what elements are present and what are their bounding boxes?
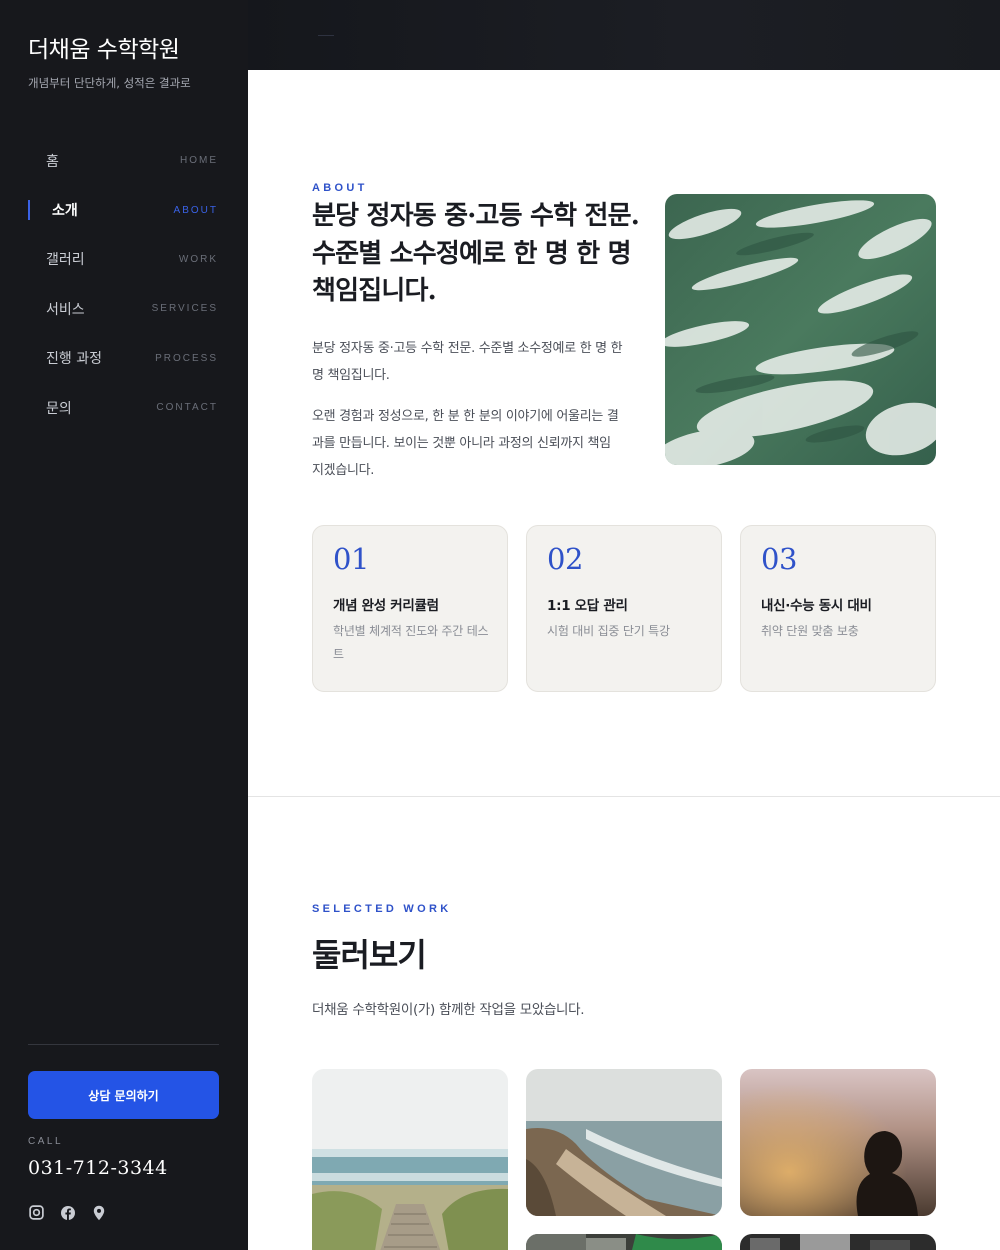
map-pin-icon[interactable] — [90, 1204, 107, 1221]
top-bar — [248, 0, 1000, 70]
nav-item-sublabel: PROCESS — [155, 352, 218, 364]
call-label: CALL — [28, 1136, 64, 1147]
nav-item-label: 소개 — [52, 203, 78, 220]
feature-title: 1:1 오답 관리 — [547, 598, 628, 614]
nav-item-about[interactable]: 소개 ABOUT — [0, 185, 248, 234]
nav-item-label: 갤러리 — [46, 252, 85, 269]
nav-item-services[interactable]: 서비스 SERVICES — [0, 284, 248, 333]
feature-card: 01 개념 완성 커리큘럼 학년별 체계적 진도와 주간 테스트 — [312, 525, 508, 692]
nav-item-sublabel: CONTACT — [156, 402, 218, 414]
gallery-item-green-scene[interactable] — [526, 1234, 722, 1250]
nav-item-sublabel: WORK — [178, 253, 218, 265]
feature-description: 시험 대비 집중 단기 특강 — [547, 624, 670, 638]
feature-description: 취약 단원 맞춤 보충 — [761, 624, 859, 638]
nav-item-work[interactable]: 갤러리 WORK — [0, 235, 248, 284]
sidebar-divider — [28, 1044, 219, 1045]
feature-number: 03 — [761, 542, 797, 576]
gallery-item-beach-path[interactable] — [312, 1069, 508, 1250]
feature-title: 개념 완성 커리큘럼 — [333, 598, 439, 614]
instagram-icon[interactable] — [28, 1204, 45, 1221]
gallery-item-monochrome-scene[interactable] — [740, 1234, 936, 1250]
nav-item-sublabel: ABOUT — [173, 204, 218, 216]
gallery-item-sunset-portrait[interactable] — [740, 1069, 936, 1216]
nav-item-label: 서비스 — [46, 301, 85, 318]
about-paragraph: 오랜 경험과 정성으로, 한 분 한 분의 이야기에 어울리는 결과를 만듭니다… — [312, 409, 619, 478]
work-description: 더채움 수학학원이(가) 함께한 작업을 모았습니다. — [312, 1002, 585, 1018]
feature-number: 01 — [333, 542, 369, 576]
nav-item-home[interactable]: 홈 HOME — [0, 136, 248, 185]
nav-item-label: 문의 — [46, 400, 72, 417]
consult-button[interactable]: 상담 문의하기 — [28, 1071, 219, 1119]
about-eyebrow: ABOUT — [312, 182, 368, 194]
nav-item-sublabel: HOME — [180, 155, 218, 167]
brand-tagline: 개념부터 단단하게, 성적은 결과로 — [28, 76, 191, 90]
feature-number: 02 — [547, 542, 583, 576]
feature-title: 내신·수능 동시 대비 — [761, 598, 872, 614]
main-nav: 홈 HOME 소개 ABOUT 갤러리 WORK 서비스 SERVICES 진행… — [0, 136, 248, 432]
feature-card: 03 내신·수능 동시 대비 취약 단원 맞춤 보충 — [740, 525, 936, 692]
nav-item-sublabel: SERVICES — [151, 303, 218, 315]
phone-number[interactable]: 031-712-3344 — [28, 1157, 168, 1179]
top-bar-accent-line — [318, 35, 334, 36]
about-paragraph: 분당 정자동 중·고등 수학 전문. 수준별 소수정예로 한 명 한 명 책임집… — [312, 341, 623, 383]
work-heading: 둘러보기 — [312, 936, 427, 974]
feature-description: 학년별 체계적 진도와 주간 테스트 — [333, 624, 489, 661]
facebook-icon[interactable] — [59, 1204, 76, 1221]
about-heading: 분당 정자동 중·고등 수학 전문. 수준별 소수정예로 한 명 한 명 책임집… — [312, 201, 640, 306]
nav-item-label: 홈 — [46, 153, 59, 170]
nav-item-label: 진행 과정 — [46, 351, 102, 368]
work-eyebrow: SELECTED WORK — [312, 903, 452, 915]
brand-title[interactable]: 더채움 수학학원 — [28, 30, 180, 64]
social-links — [28, 1204, 107, 1221]
gallery-item-coastline[interactable] — [526, 1069, 722, 1216]
nav-item-process[interactable]: 진행 과정 PROCESS — [0, 334, 248, 383]
sidebar: 더채움 수학학원 개념부터 단단하게, 성적은 결과로 홈 HOME 소개 AB… — [0, 0, 248, 1250]
nav-item-contact[interactable]: 문의 CONTACT — [0, 383, 248, 432]
section-divider — [248, 796, 1000, 797]
feature-card: 02 1:1 오답 관리 시험 대비 집중 단기 특강 — [526, 525, 722, 692]
ocean-waves-image — [665, 194, 936, 465]
